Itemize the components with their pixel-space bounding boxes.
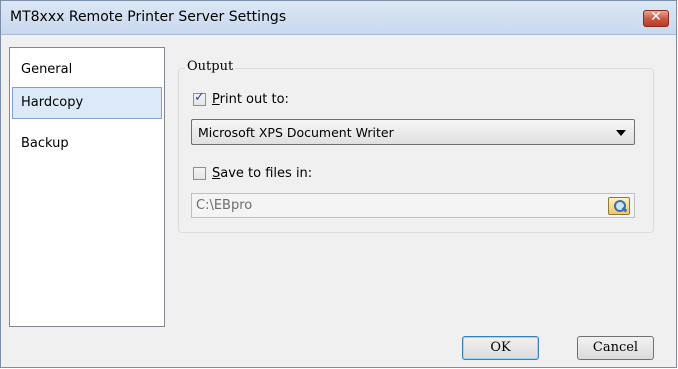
checkmark-icon: ✓ [194, 90, 205, 105]
print-out-label-text: rint out to: [219, 92, 289, 107]
printer-selected-value: Microsoft XPS Document Writer [198, 125, 394, 140]
print-out-mnemonic: P [212, 92, 220, 107]
nav-item-hardcopy[interactable]: Hardcopy [12, 87, 162, 119]
close-button[interactable]: ✕ [643, 9, 669, 27]
window-title: MT8xxx Remote Printer Server Settings [10, 9, 287, 25]
print-out-checkbox[interactable]: ✓ [193, 90, 206, 106]
save-files-label[interactable]: Save to files in: [212, 166, 312, 181]
title-bar[interactable]: MT8xxx Remote Printer Server Settings ✕ [1, 1, 676, 35]
cancel-button[interactable]: Cancel [577, 336, 654, 360]
magnifier-handle [621, 206, 628, 213]
close-icon: ✕ [650, 9, 662, 25]
ok-button[interactable]: OK [462, 336, 539, 360]
print-out-label[interactable]: Print out to: [212, 92, 289, 107]
printer-dropdown[interactable]: Microsoft XPS Document Writer [191, 119, 635, 145]
category-list: General Hardcopy Backup [9, 47, 165, 327]
save-files-label-text: ave to files in: [220, 166, 313, 181]
dropdown-arrow-icon[interactable] [616, 130, 626, 136]
settings-dialog: MT8xxx Remote Printer Server Settings ✕ … [0, 0, 677, 368]
nav-item-backup[interactable]: Backup [12, 128, 162, 160]
save-path-value: C:\EBpro [196, 198, 253, 213]
browse-folder-button[interactable] [608, 197, 630, 215]
output-group-label: Output [185, 59, 236, 74]
save-files-checkbox[interactable] [193, 167, 206, 180]
save-path-field[interactable]: C:\EBpro [191, 193, 635, 218]
nav-item-general[interactable]: General [12, 54, 162, 86]
